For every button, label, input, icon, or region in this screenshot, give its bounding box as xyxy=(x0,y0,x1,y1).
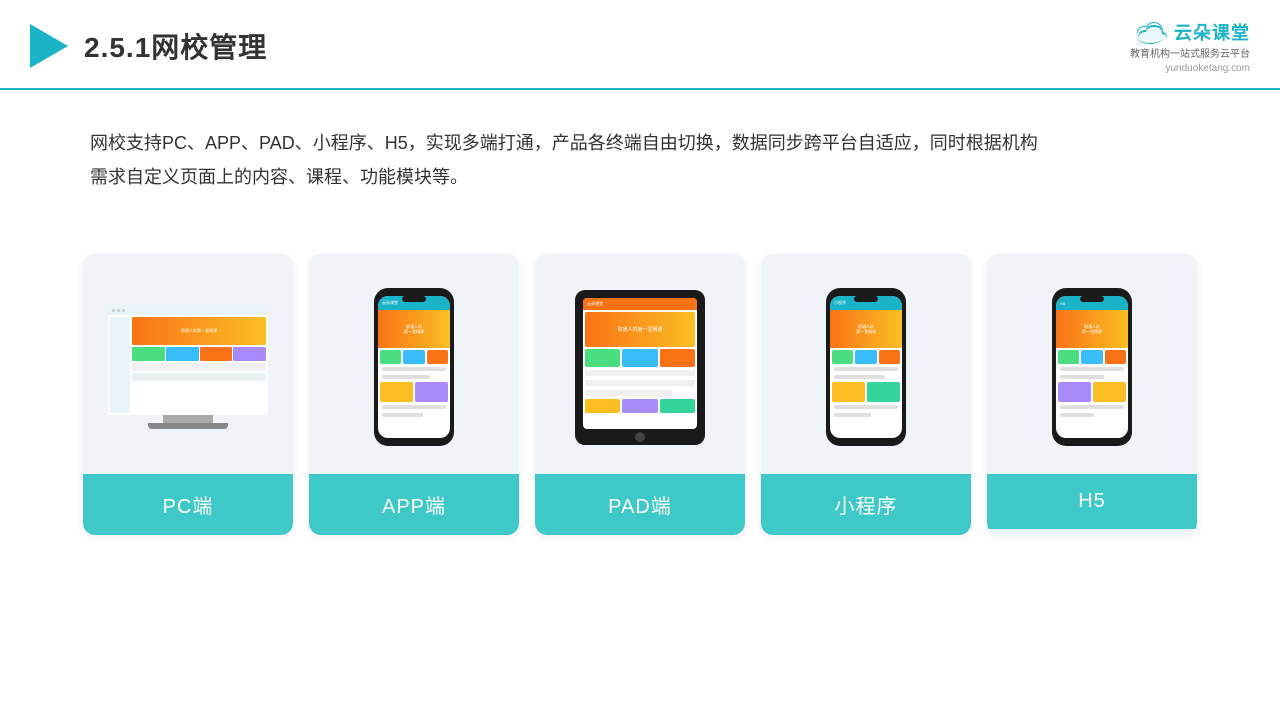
card-pad-image: 云朵课堂 职通人的第一堂网课 xyxy=(535,254,745,474)
cards-container: 职通人的第一堂网课 xyxy=(0,224,1280,565)
pad-outer: 云朵课堂 职通人的第一堂网课 xyxy=(575,290,705,445)
card-pad: 云朵课堂 职通人的第一堂网课 xyxy=(535,254,745,535)
header: 2.5.1网校管理 云朵课堂 教育机构 xyxy=(0,0,1280,90)
card-miniprogram: 小程序 职通人的第一堂网课 xyxy=(761,254,971,535)
logo-triangle-icon xyxy=(30,24,68,68)
pc-base xyxy=(148,423,228,429)
pad-mockup: 云朵课堂 职通人的第一堂网课 xyxy=(575,290,705,445)
header-right: 云朵课堂 教育机构一站式服务云平台 yunduoketang.com xyxy=(1130,18,1250,74)
brand-url: yunduoketang.com xyxy=(1165,63,1250,74)
phone-screen-app: 云朵课堂 职通人的第一堂网课 xyxy=(378,296,450,438)
card-pad-label: PAD端 xyxy=(535,474,745,535)
card-app-image: 云朵课堂 职通人的第一堂网课 xyxy=(309,254,519,474)
phone-mockup-mini: 小程序 职通人的第一堂网课 xyxy=(826,288,906,446)
card-app: 云朵课堂 职通人的第一堂网课 xyxy=(309,254,519,535)
title-number: 2.5.1 xyxy=(84,32,151,63)
cloud-icon xyxy=(1132,18,1168,46)
pc-screen-content: 职通人的第一堂网课 xyxy=(108,305,268,415)
card-app-label: APP端 xyxy=(309,474,519,535)
card-h5-label: H5 xyxy=(987,474,1197,529)
phone-outer-h5: H5 职通人的第一堂网课 xyxy=(1052,288,1132,446)
pad-screen: 云朵课堂 职通人的第一堂网课 xyxy=(583,298,697,429)
card-h5: H5 职通人的第一堂网课 xyxy=(987,254,1197,535)
phone-mockup-h5: H5 职通人的第一堂网课 xyxy=(1052,288,1132,446)
card-pc-label: PC端 xyxy=(83,474,293,535)
card-h5-image: H5 职通人的第一堂网课 xyxy=(987,254,1197,474)
card-pc: 职通人的第一堂网课 xyxy=(83,254,293,535)
title-text: 网校管理 xyxy=(151,32,267,63)
card-miniprogram-label: 小程序 xyxy=(761,474,971,535)
header-left: 2.5.1网校管理 xyxy=(30,24,267,68)
page-title: 2.5.1网校管理 xyxy=(84,26,267,66)
phone-notch-app xyxy=(402,296,426,302)
card-miniprogram-image: 小程序 职通人的第一堂网课 xyxy=(761,254,971,474)
description: 网校支持PC、APP、PAD、小程序、H5，实现多端打通，产品各终端自由切换，数… xyxy=(0,90,1280,214)
phone-notch-h5 xyxy=(1080,296,1104,302)
brand-logo: 云朵课堂 教育机构一站式服务云平台 yunduoketang.com xyxy=(1130,18,1250,74)
phone-notch-mini xyxy=(854,296,878,302)
phone-outer-mini: 小程序 职通人的第一堂网课 xyxy=(826,288,906,446)
card-pc-image: 职通人的第一堂网课 xyxy=(83,254,293,474)
phone-screen-mini: 小程序 职通人的第一堂网课 xyxy=(830,296,902,438)
pc-screen-outer: 职通人的第一堂网课 xyxy=(108,305,268,415)
phone-screen-h5: H5 职通人的第一堂网课 xyxy=(1056,296,1128,438)
pad-home-btn xyxy=(635,432,645,442)
brand-tagline: 教育机构一站式服务云平台 xyxy=(1130,48,1250,61)
pc-stand xyxy=(163,415,213,423)
pc-mockup: 职通人的第一堂网课 xyxy=(108,305,268,429)
brand-logo-top: 云朵课堂 xyxy=(1132,18,1250,46)
description-text: 网校支持PC、APP、PAD、小程序、H5，实现多端打通，产品各终端自由切换，数… xyxy=(90,126,1190,194)
phone-outer-app: 云朵课堂 职通人的第一堂网课 xyxy=(374,288,454,446)
phone-mockup-app: 云朵课堂 职通人的第一堂网课 xyxy=(374,288,454,446)
brand-name: 云朵课堂 xyxy=(1174,19,1250,45)
